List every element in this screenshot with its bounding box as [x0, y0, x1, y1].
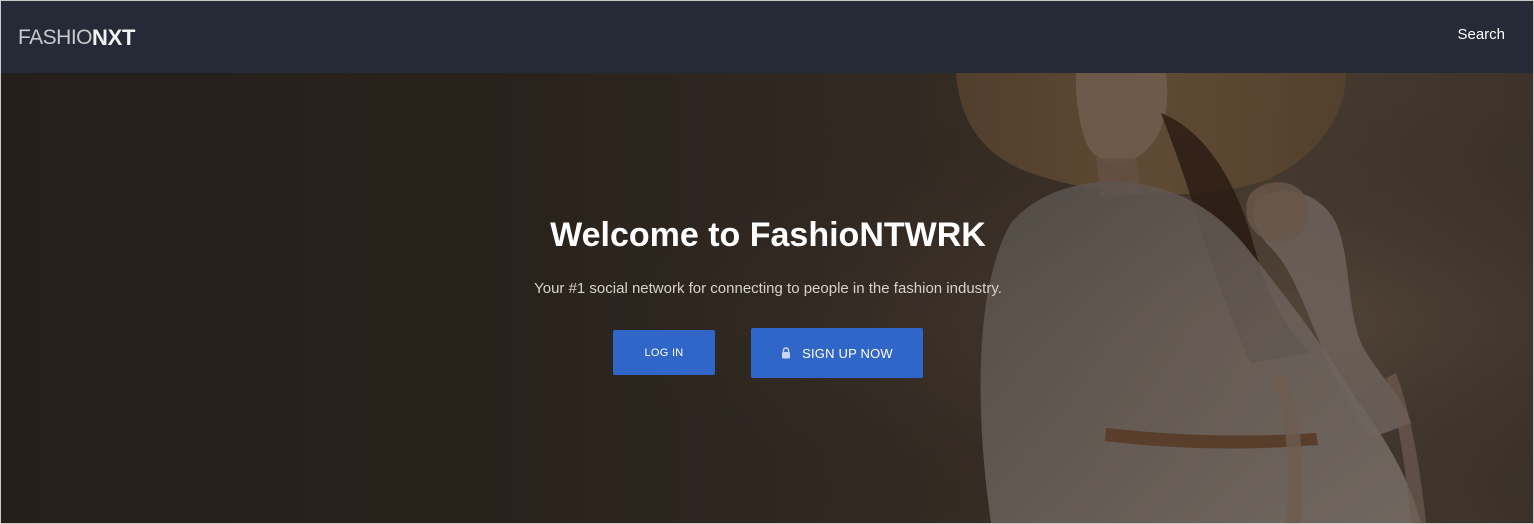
hero-subtitle: Your #1 social network for connecting to… [534, 280, 1002, 297]
logo-text-light: FASHIO [18, 26, 93, 49]
search-link[interactable]: Search [1457, 26, 1505, 43]
top-navbar: FASHIO NXT Search [1, 1, 1533, 73]
login-button-label: LOG IN [644, 346, 684, 359]
signup-button[interactable]: SIGN UP NOW [751, 328, 923, 378]
hero-section: Welcome to FashioNTWRK Your #1 social ne… [1, 73, 1533, 523]
browser-viewport: FASHIO NXT Search Welcome to FashioNTWRK… [0, 0, 1534, 524]
login-button[interactable]: LOG IN [613, 330, 715, 375]
hero-title: Welcome to FashioNTWRK [550, 216, 986, 254]
hero-dark-overlay [1, 73, 1533, 523]
fashionxt-logo[interactable]: FASHIO NXT [18, 25, 135, 51]
lock-icon [781, 347, 791, 359]
logo-text-bold: NXT [92, 25, 136, 50]
signup-button-label: SIGN UP NOW [802, 345, 893, 361]
